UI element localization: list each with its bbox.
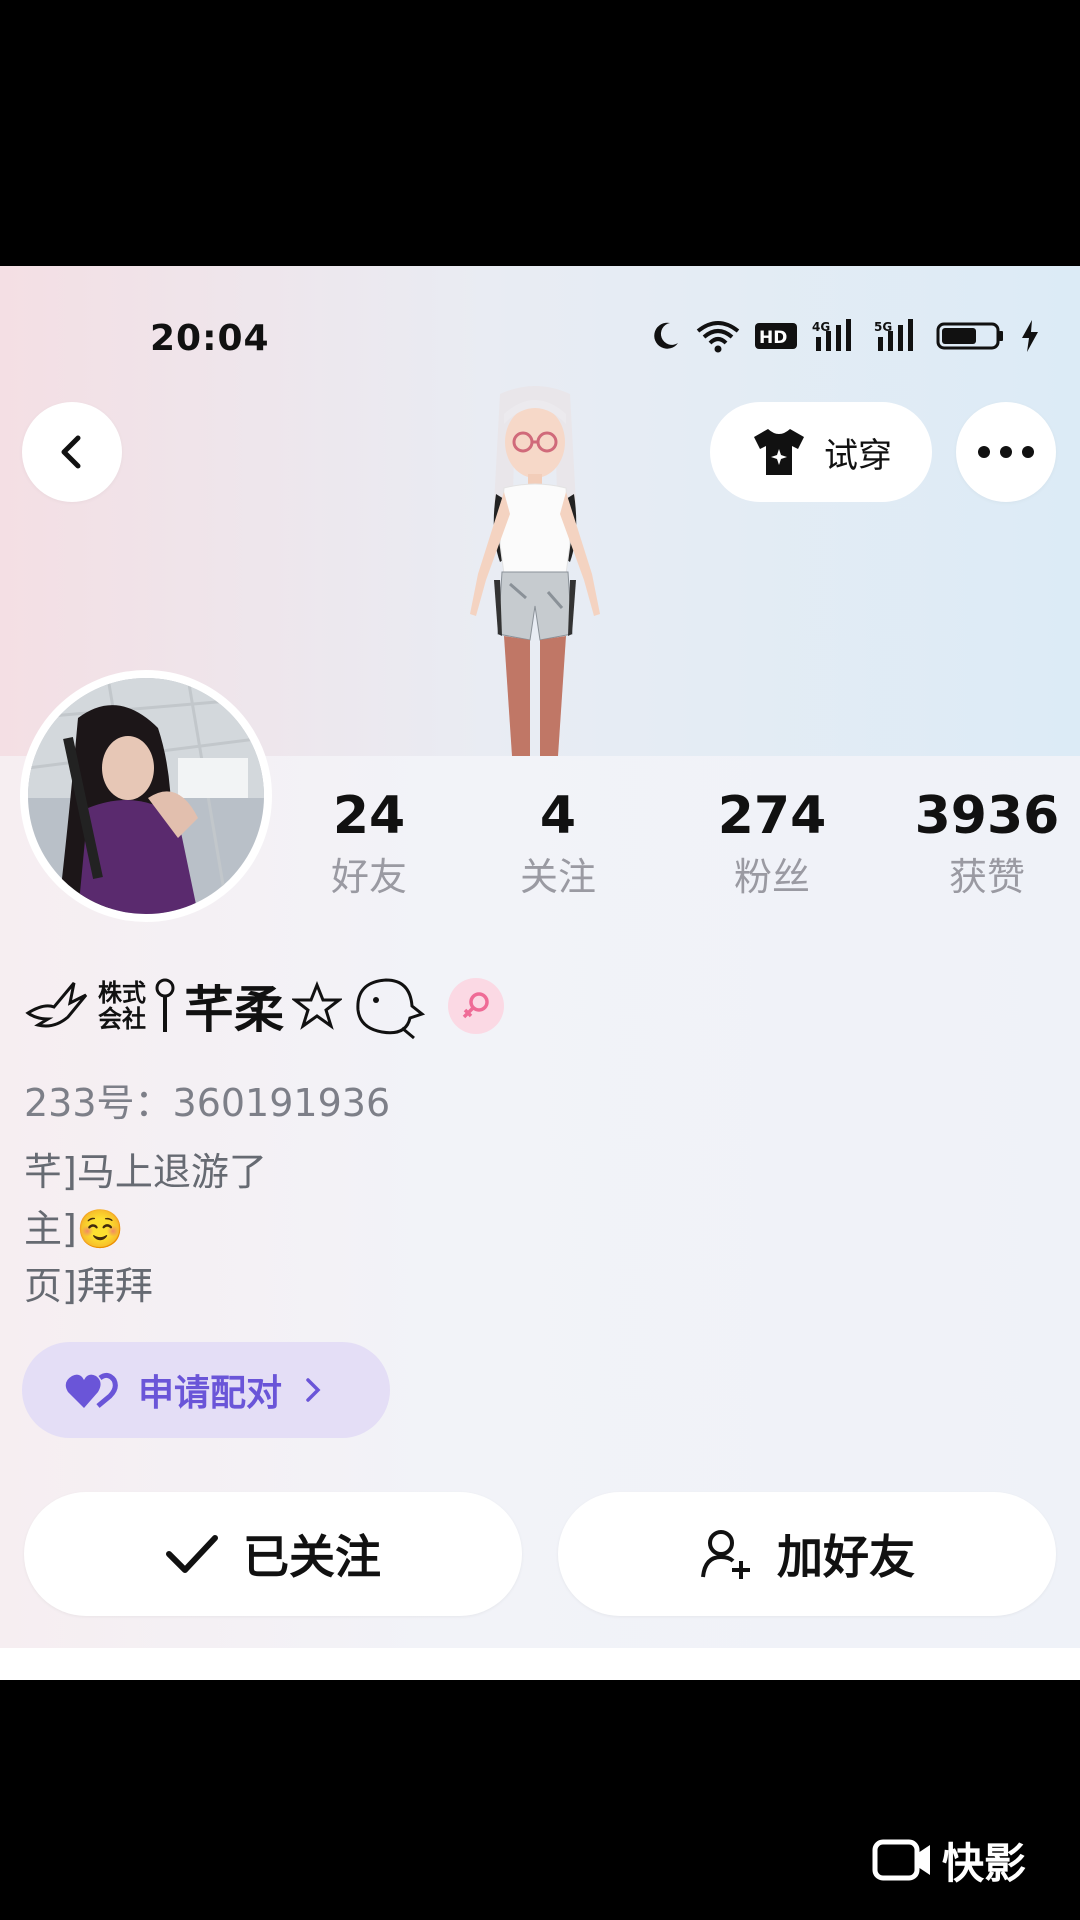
more-button[interactable] [956,402,1056,502]
try-on-label: 试穿 [824,435,892,476]
chevron-right-icon [306,1378,321,1402]
stat-value: 24 [332,786,406,846]
bio-line-text: 主] [24,1207,77,1251]
avatar-photo [28,678,264,914]
star-icon [292,981,342,1030]
gender-badge [448,978,504,1034]
nickname-prefix-line2: 会社 [98,1005,146,1033]
status-icons: HD 4G 5G [648,316,1040,356]
panel-bottom-strip [0,1648,1080,1680]
bio-line: 芊]马上退游了 [24,1150,267,1194]
hd-icon: HD [755,323,797,349]
add-friend-label: 加好友 [777,1530,915,1584]
back-button[interactable] [22,402,122,502]
chevron-left-icon [61,435,81,469]
user-id: 233号：360191936 [24,1081,391,1125]
following-button[interactable]: 已关注 [24,1492,522,1616]
nickname-prefix: 株式 会社 [98,980,146,1032]
stat-label: 粉丝 [733,855,810,899]
video-camera-icon [872,1839,930,1881]
nickname: 芊柔 [184,981,284,1039]
bio-emoji: ☺️ [76,1207,125,1251]
charging-icon [1022,320,1038,352]
more-icon [978,446,1034,458]
battery-icon [936,322,1003,350]
nickname-prefix-line1: 株式 [98,979,146,1007]
double-heart-icon [65,1372,118,1408]
pair-request-button[interactable]: 申请配对 [22,1342,390,1438]
stat-label: 获赞 [948,855,1025,899]
stat-label: 关注 [519,855,596,899]
status-time: 20:04 [150,318,270,359]
svg-text:HD: HD [759,328,787,348]
bio-line-2: 主]☺️ [24,1201,267,1258]
stat-label: 好友 [330,855,407,899]
video-letterbox-top [0,0,1080,266]
nickname-row: 株式 会社 芊柔 [24,966,504,1046]
wifi-icon [696,321,740,353]
add-friend-button[interactable]: 加好友 [558,1492,1056,1616]
stat-value: 4 [539,786,577,846]
pair-request-label: 申请配对 [138,1373,283,1414]
stat-fans[interactable]: 274 粉丝 [692,786,852,900]
stat-likes[interactable]: 3936 获赞 [907,786,1067,900]
try-on-button[interactable]: 试穿 [710,402,932,502]
stat-value: 274 [717,786,827,846]
bio-line: 页]拜拜 [24,1264,153,1308]
following-label: 已关注 [243,1530,381,1584]
add-user-icon [701,1530,750,1579]
check-icon [166,1535,218,1573]
profile-bio: 芊]马上退游了 主]☺️ 页]拜拜 [24,1144,267,1315]
bird-icon [25,982,88,1028]
female-icon [462,992,489,1019]
signal-5g-icon: 5G [874,319,913,351]
tshirt-icon [754,429,804,475]
stat-value: 3936 [914,786,1060,846]
status-bar: 20:04 HD 4G 5G [0,266,1080,376]
moon-icon [654,322,678,349]
key-icon [155,978,175,1032]
video-letterbox-bottom [0,1680,1080,1920]
signal-4g-icon: 4G [812,319,851,351]
profile-screen: 20:04 HD 4G 5G 试穿 24 好友 4 关注 274 粉丝 3936… [0,266,1080,1680]
stat-following[interactable]: 4 关注 [478,786,638,900]
avatar-3d-figure [470,386,600,756]
profile-avatar[interactable] [20,670,272,922]
kuaiying-watermark: 快影 [872,1836,1026,1888]
watermark-label: 快影 [942,1838,1027,1888]
seal-icon [356,978,426,1040]
stat-friends[interactable]: 24 好友 [289,786,449,900]
